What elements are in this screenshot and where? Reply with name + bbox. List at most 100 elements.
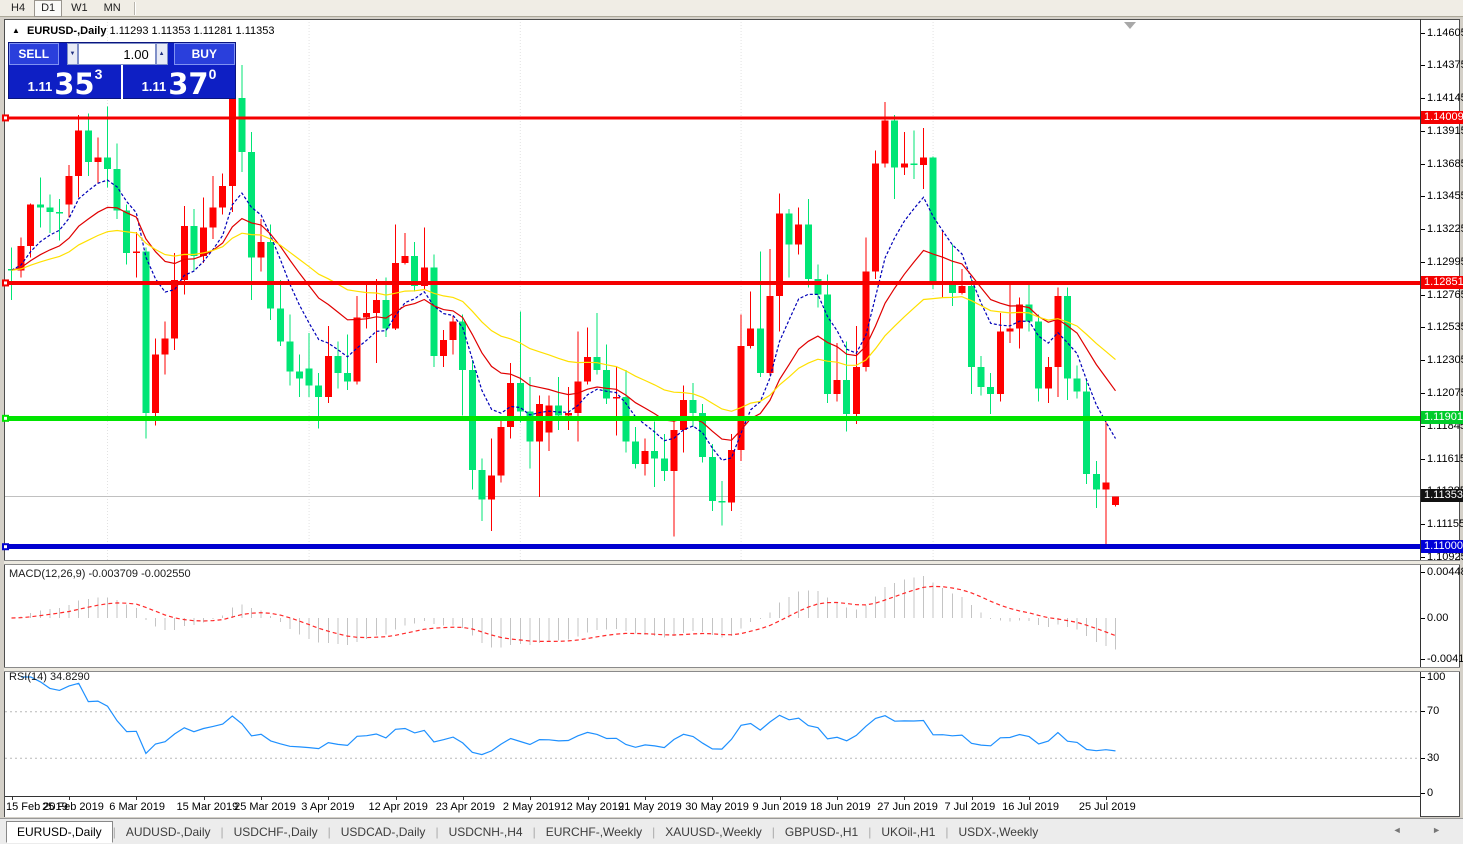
date-label: 25 Jul 2019	[1079, 801, 1136, 813]
axis-tick-mark	[1421, 327, 1425, 328]
chart-symbol: EURUSD-,Daily	[27, 25, 106, 37]
buy-price-display[interactable]: 1.11 37 0	[123, 65, 235, 100]
price-tick-label: 1.12535	[1427, 321, 1463, 333]
chevron-up-icon: ▲	[159, 51, 165, 57]
chart-canvas[interactable]	[0, 0, 1463, 844]
price-tick-label: 1.13685	[1427, 158, 1463, 170]
date-label: 25 Feb 2019	[42, 801, 104, 813]
axis-tick-mark	[1421, 524, 1425, 525]
macd-label: MACD(12,26,9) -0.003709 -0.002550	[9, 568, 191, 580]
axis-tick-mark	[1421, 459, 1425, 460]
date-label: 21 May 2019	[618, 801, 682, 813]
price-tick-label: 1.11615	[1427, 453, 1463, 465]
axis-tick-mark	[1421, 98, 1425, 99]
price-tick-label: 1.14145	[1427, 92, 1463, 104]
sell-price-prefix: 1.11	[28, 77, 53, 97]
macd-tick-label: 0.004484	[1427, 566, 1463, 578]
axis-tick-mark	[1421, 65, 1425, 66]
axis-tick-mark	[1421, 572, 1425, 573]
date-tick-mark	[463, 797, 464, 800]
axis-tick-mark	[1421, 793, 1425, 794]
axis-tick-mark	[1421, 360, 1425, 361]
sell-button[interactable]: SELL	[9, 43, 59, 65]
one-click-trade-panel: SELL ▼ ▲ BUY 1.11 35 3 1.11 37 0	[8, 42, 236, 99]
rsi-label: RSI(14) 34.8290	[9, 671, 90, 683]
date-label: 15 Mar 2019	[177, 801, 239, 813]
date-tick-mark	[904, 797, 905, 800]
date-label: 3 Apr 2019	[301, 801, 354, 813]
axis-tick-mark	[1421, 618, 1425, 619]
date-tick-mark	[12, 797, 13, 800]
date-tick-mark	[837, 797, 838, 800]
volume-down-button[interactable]: ▼	[67, 43, 79, 65]
price-tick-label: 1.14605	[1427, 27, 1463, 39]
date-tick-mark	[712, 797, 713, 800]
date-tick-mark	[1106, 797, 1107, 800]
date-tick-mark	[972, 797, 973, 800]
buy-price-prefix: 1.11	[142, 77, 167, 97]
rsi-splitter[interactable]	[4, 667, 1460, 672]
date-tick-mark	[645, 797, 646, 800]
date-label: 7 Jul 2019	[945, 801, 996, 813]
date-tick-mark	[136, 797, 137, 800]
date-tick-mark	[588, 797, 589, 800]
date-label: 9 Jun 2019	[753, 801, 807, 813]
date-tick-mark	[1029, 797, 1030, 800]
date-label: 12 May 2019	[561, 801, 625, 813]
date-tick-mark	[261, 797, 262, 800]
buy-price-big: 37	[168, 71, 208, 97]
date-label: 12 Apr 2019	[369, 801, 428, 813]
price-badge: 1.11901	[1421, 411, 1463, 424]
chart-title: ▲ EURUSD-,Daily 1.11293 1.11353 1.11281 …	[12, 25, 274, 37]
axis-tick-mark	[1421, 196, 1425, 197]
axis-tick-mark	[1421, 393, 1425, 394]
price-tick-label: 1.13225	[1427, 223, 1463, 235]
price-badge: 1.14009	[1421, 111, 1463, 124]
price-tick-label: 1.13455	[1427, 190, 1463, 202]
price-tick-label: 1.12765	[1427, 289, 1463, 301]
volume-up-button[interactable]: ▲	[156, 43, 168, 65]
date-tick-mark	[780, 797, 781, 800]
date-label: 23 Apr 2019	[436, 801, 495, 813]
date-tick-mark	[530, 797, 531, 800]
date-tick-mark	[396, 797, 397, 800]
price-tick-label: 1.13915	[1427, 125, 1463, 137]
price-tick-label: 1.14375	[1427, 59, 1463, 71]
axis-tick-mark	[1421, 711, 1425, 712]
axis-tick-mark	[1421, 659, 1425, 660]
axis-tick-mark	[1421, 557, 1425, 558]
trading-app-window: H4D1W1MN ▲ EURUSD-,Daily 1.11293 1.11353…	[0, 0, 1463, 844]
axis-tick-mark	[1421, 33, 1425, 34]
date-label: 2 May 2019	[503, 801, 560, 813]
axis-tick-mark	[1421, 677, 1425, 678]
chart-ohlc-values: 1.11293 1.11353 1.11281 1.11353	[110, 25, 275, 37]
axis-tick-mark	[1421, 758, 1425, 759]
buy-button[interactable]: BUY	[174, 43, 235, 65]
date-tick-mark	[69, 797, 70, 800]
axis-tick-mark	[1421, 229, 1425, 230]
macd-tick-label: 0.00	[1427, 612, 1448, 624]
price-badge: 1.11353	[1421, 489, 1463, 502]
price-tick-label: 1.12995	[1427, 256, 1463, 268]
date-label: 30 May 2019	[685, 801, 749, 813]
axis-tick-mark	[1421, 262, 1425, 263]
date-label: 16 Jul 2019	[1002, 801, 1059, 813]
date-axis[interactable]: 15 Feb 201925 Feb 20196 Mar 201915 Mar 2…	[5, 796, 1420, 817]
date-label: 25 Mar 2019	[234, 801, 296, 813]
macd-splitter[interactable]	[4, 560, 1460, 565]
volume-input[interactable]	[79, 44, 154, 64]
axis-tick-mark	[1421, 426, 1425, 427]
sell-price-big: 35	[54, 71, 94, 97]
date-label: 27 Jun 2019	[877, 801, 938, 813]
date-tick-mark	[328, 797, 329, 800]
sell-price-display[interactable]: 1.11 35 3	[9, 65, 123, 100]
axis-tick-mark	[1421, 164, 1425, 165]
axis-tick-mark	[1421, 131, 1425, 132]
price-tick-label: 1.12075	[1427, 387, 1463, 399]
date-label: 6 Mar 2019	[109, 801, 165, 813]
volume-field-wrap	[78, 43, 155, 65]
autoscroll-marker-icon	[1124, 22, 1136, 29]
rsi-tick-label: 100	[1427, 671, 1445, 683]
price-badge: 1.12851	[1421, 276, 1463, 289]
price-badge: 1.11000	[1421, 540, 1463, 553]
